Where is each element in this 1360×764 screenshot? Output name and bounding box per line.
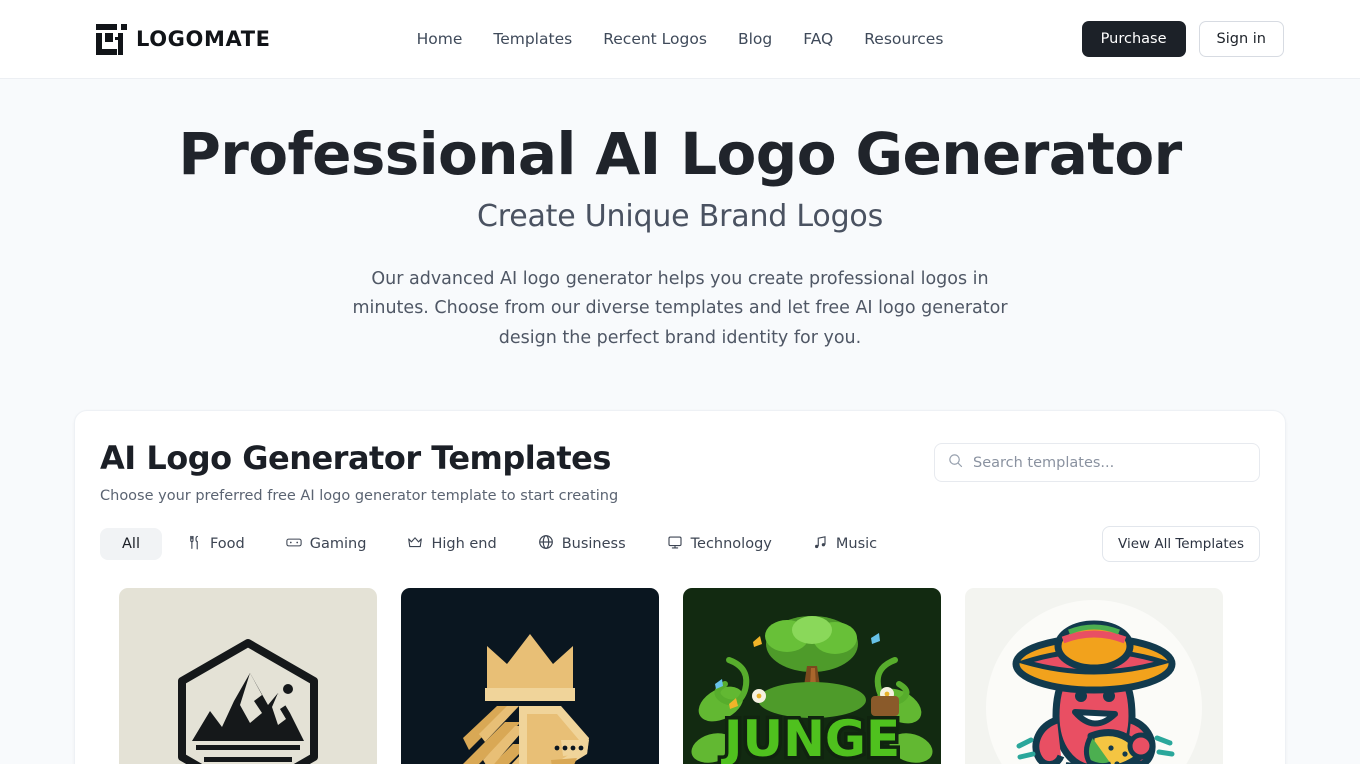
template-card-royal-lion[interactable] (401, 588, 659, 764)
filter-chip-high-end[interactable]: High end (391, 527, 512, 562)
nav-item-resources[interactable]: Resources (864, 30, 943, 48)
template-card-junge-jump[interactable]: JUNGE JUMP (683, 588, 941, 764)
purchase-button[interactable]: Purchase (1081, 21, 1186, 57)
view-all-templates-button[interactable]: View All Templates (1102, 526, 1260, 563)
nav-item-templates[interactable]: Templates (493, 30, 572, 48)
filter-label: High end (431, 536, 497, 553)
monitor-icon (667, 535, 683, 554)
filter-label: Technology (690, 536, 772, 553)
templates-panel: AI Logo Generator Templates Choose your … (74, 410, 1286, 764)
filter-chip-food[interactable]: Food (171, 527, 261, 562)
hero-section: Professional AI Logo Generator Create Un… (0, 79, 1360, 353)
junge-jump-icon: JUNGE JUMP (683, 588, 941, 764)
category-filters: All Food Gaming High end Business Techno… (100, 526, 893, 562)
gamepad-icon (286, 535, 302, 554)
music-note-icon (813, 535, 828, 554)
panel-title: AI Logo Generator Templates (100, 439, 611, 478)
page-title: Professional AI Logo Generator (178, 120, 1182, 188)
hero-subtitle: Create Unique Brand Logos (476, 198, 884, 234)
filter-chip-business[interactable]: Business (522, 526, 642, 562)
site-header: LOGOMATE Home Templates Recent Logos Blo… (0, 0, 1360, 79)
search-input[interactable] (973, 454, 1246, 471)
logomate-mark-icon (94, 23, 127, 55)
filter-chip-music[interactable]: Music (797, 527, 893, 562)
panel-subtitle: Choose your preferred free AI logo gener… (100, 488, 619, 505)
royal-lion-icon (401, 588, 659, 764)
brand-name: LOGOMATE (136, 27, 271, 51)
filter-label: Gaming (309, 536, 367, 553)
filter-label: Business (561, 536, 626, 553)
filter-chip-all[interactable]: All (100, 528, 162, 561)
filter-label: Food (209, 536, 245, 553)
template-card-taco-loco[interactable]: TACO LOCO (965, 588, 1223, 764)
mountain-hexagon-icon (119, 588, 377, 764)
taco-loco-icon: TACO LOCO (965, 588, 1223, 764)
template-card-grid: JUNGE JUMP (99, 588, 1261, 764)
filter-chip-technology[interactable]: Technology (651, 527, 788, 562)
main-nav: Home Templates Recent Logos Blog FAQ Res… (417, 30, 944, 48)
search-icon (948, 453, 963, 472)
search-box[interactable] (934, 443, 1260, 483)
header-actions: Purchase Sign in (1081, 21, 1284, 57)
filter-chip-gaming[interactable]: Gaming (270, 527, 383, 562)
nav-item-blog[interactable]: Blog (738, 30, 772, 48)
junge-text: JUNGE (721, 710, 900, 764)
globe-icon (538, 534, 554, 554)
nav-item-home[interactable]: Home (417, 30, 463, 48)
nav-item-recent-logos[interactable]: Recent Logos (603, 30, 707, 48)
fork-knife-icon (187, 535, 202, 554)
crown-icon (407, 535, 423, 554)
filter-row: All Food Gaming High end Business Techno… (99, 526, 1261, 563)
template-card-mountain-hexagon[interactable] (119, 588, 377, 764)
hero-description: Our advanced AI logo generator helps you… (352, 268, 1008, 348)
nav-item-faq[interactable]: FAQ (803, 30, 833, 48)
signin-button[interactable]: Sign in (1198, 21, 1284, 57)
panel-header: AI Logo Generator Templates Choose your … (99, 439, 1261, 504)
filter-label: Music (835, 536, 878, 553)
filter-label: All (122, 536, 140, 553)
brand-logo[interactable]: LOGOMATE (94, 23, 271, 55)
